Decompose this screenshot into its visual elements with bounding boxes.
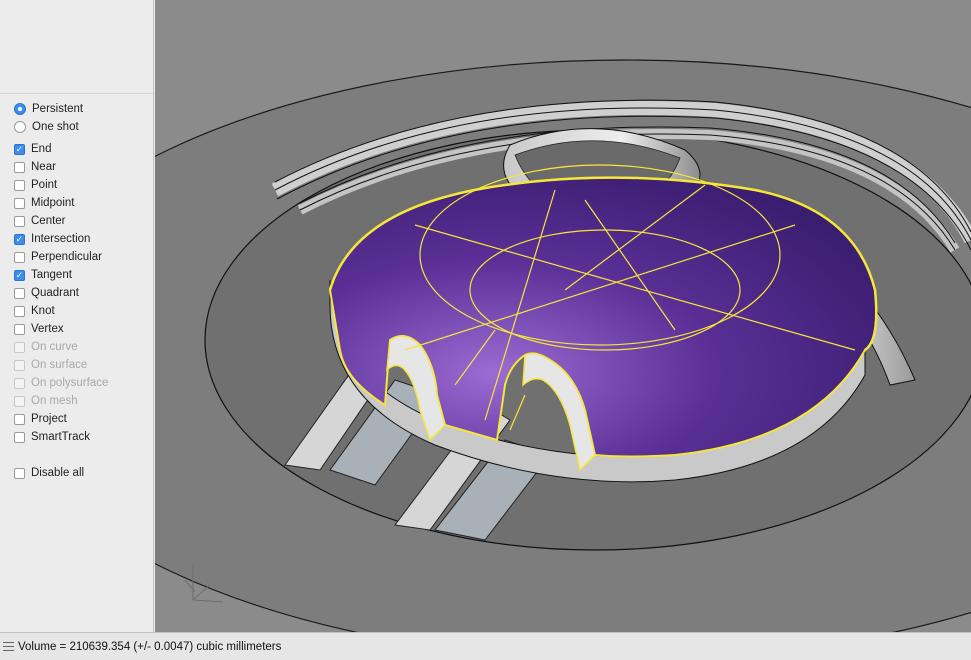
checkbox-icon	[14, 341, 25, 353]
osnap-label: Knot	[31, 305, 55, 317]
osnap-label: Quadrant	[31, 287, 79, 299]
osnap-midpoint-checkbox[interactable]: Midpoint	[14, 195, 74, 211]
osnap-on-polysurface-checkbox: On polysurface	[14, 375, 108, 391]
osnap-on-curve-checkbox: On curve	[14, 339, 78, 355]
osnap-on-surface-checkbox: On surface	[14, 357, 87, 373]
checkbox-icon[interactable]	[14, 161, 25, 173]
checkbox-icon[interactable]	[14, 323, 25, 335]
osnap-end-checkbox[interactable]: ✓ End	[14, 141, 51, 157]
checkbox-icon[interactable]	[14, 467, 25, 479]
osnap-label: Center	[31, 215, 66, 227]
checkbox-icon	[14, 377, 25, 389]
checkbox-icon[interactable]	[14, 305, 25, 317]
status-text: Volume = 210639.354 (+/- 0.0047) cubic m…	[18, 640, 282, 653]
checkbox-icon[interactable]	[14, 197, 25, 209]
osnap-label: SmartTrack	[31, 431, 90, 443]
osnap-panel: Persistent One shot ✓ End Near Point Midpoint C…	[0, 0, 154, 632]
disable-all-checkbox[interactable]: Disable all	[14, 465, 84, 481]
osnap-label: On curve	[31, 341, 78, 353]
osnap-label: On polysurface	[31, 377, 109, 389]
osnap-label: On mesh	[31, 395, 78, 407]
checkbox-icon	[14, 395, 25, 407]
checkbox-icon[interactable]	[14, 413, 25, 425]
osnap-tangent-checkbox[interactable]: ✓ Tangent	[14, 267, 72, 283]
osnap-project-checkbox[interactable]: Project	[14, 411, 67, 427]
perspective-viewport[interactable]	[155, 0, 971, 632]
osnap-label: Point	[31, 179, 58, 191]
checkbox-icon[interactable]	[14, 179, 25, 191]
osnap-perpendicular-checkbox[interactable]: Perpendicular	[14, 249, 102, 265]
osnap-label: Perpendicular	[31, 251, 102, 263]
osnap-quadrant-checkbox[interactable]: Quadrant	[14, 285, 79, 301]
osnap-point-checkbox[interactable]: Point	[14, 177, 57, 193]
osnap-label: End	[31, 143, 52, 155]
checkbox-icon[interactable]	[14, 431, 25, 443]
checkmark-icon[interactable]: ✓	[14, 269, 25, 281]
checkmark-icon[interactable]: ✓	[14, 143, 25, 155]
osnap-mode-label: One shot	[32, 121, 79, 133]
osnap-label: Tangent	[31, 269, 72, 281]
checkmark-icon[interactable]: ✓	[14, 233, 25, 245]
osnap-label: Project	[31, 413, 67, 425]
osnap-label: Near	[31, 161, 56, 173]
checkbox-icon[interactable]	[14, 287, 25, 299]
osnap-panel-header	[0, 0, 153, 94]
viewport-canvas[interactable]	[155, 0, 971, 632]
radio-icon[interactable]	[14, 103, 26, 115]
osnap-center-checkbox[interactable]: Center	[14, 213, 66, 229]
radio-icon[interactable]	[14, 121, 26, 133]
osnap-label: Intersection	[31, 233, 91, 245]
checkbox-icon[interactable]	[14, 251, 25, 263]
osnap-label: Vertex	[31, 323, 64, 335]
checkbox-icon	[14, 359, 25, 371]
disable-all-label: Disable all	[31, 467, 85, 479]
status-bar: Volume = 210639.354 (+/- 0.0047) cubic m…	[0, 632, 971, 660]
checkbox-icon[interactable]	[14, 215, 25, 227]
osnap-mode-persistent[interactable]: Persistent	[14, 101, 83, 117]
osnap-intersection-checkbox[interactable]: ✓ Intersection	[14, 231, 90, 247]
osnap-vertex-checkbox[interactable]: Vertex	[14, 321, 64, 337]
osnap-near-checkbox[interactable]: Near	[14, 159, 56, 175]
osnap-label: On surface	[31, 359, 88, 371]
osnap-on-mesh-checkbox: On mesh	[14, 393, 78, 409]
osnap-label: Midpoint	[31, 197, 75, 209]
osnap-mode-label: Persistent	[32, 103, 84, 115]
list-handle-icon[interactable]	[3, 642, 14, 651]
osnap-knot-checkbox[interactable]: Knot	[14, 303, 55, 319]
osnap-mode-one-shot[interactable]: One shot	[14, 119, 79, 135]
osnap-smarttrack-checkbox[interactable]: SmartTrack	[14, 429, 90, 445]
